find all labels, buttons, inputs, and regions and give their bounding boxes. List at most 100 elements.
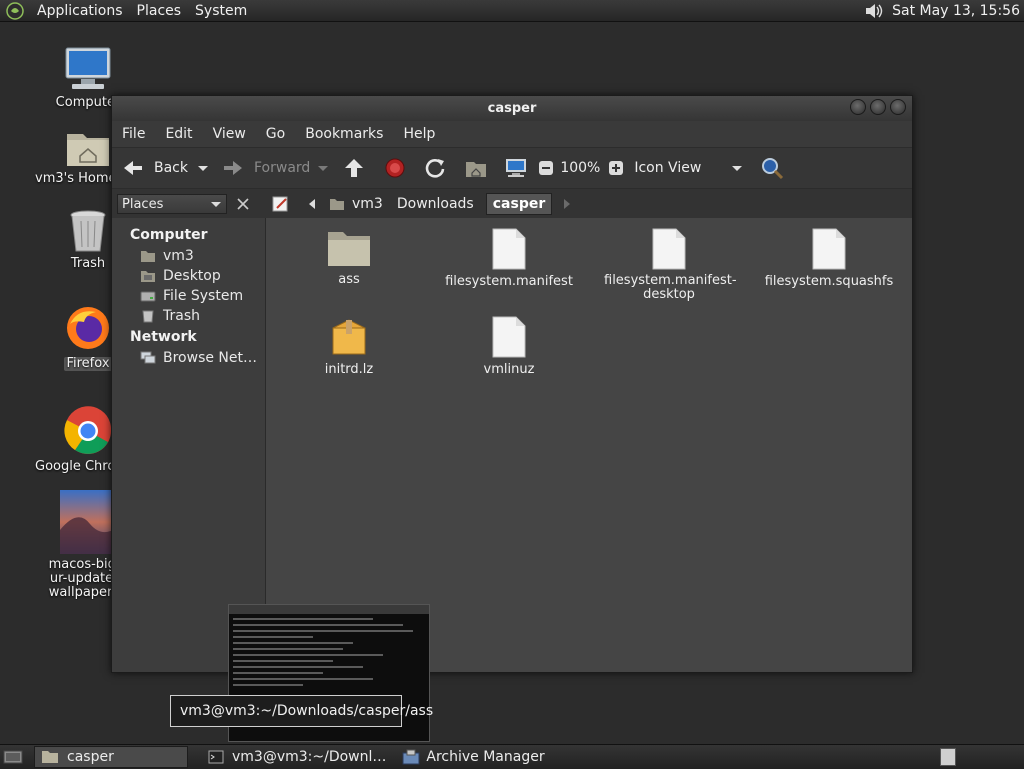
toolbar: Back Forward 100% Icon View <box>112 147 912 189</box>
file-item-ass[interactable]: ass <box>274 228 424 287</box>
up-arrow-icon[interactable] <box>342 157 366 179</box>
back-label: Back <box>154 160 188 176</box>
menubar: File Edit View Go Bookmarks Help <box>112 121 912 147</box>
back-button[interactable]: Back <box>122 158 188 178</box>
close-sidebar-icon[interactable] <box>233 194 253 214</box>
task-label: Archive Manager <box>426 749 545 765</box>
folder-icon <box>42 751 58 763</box>
places-menu[interactable]: Places <box>130 3 189 19</box>
sidebar-item-label: Desktop <box>163 268 221 284</box>
sidebar-item-browse-network[interactable]: Browse Net… <box>112 348 265 368</box>
file-name: ass <box>338 272 360 287</box>
document-icon <box>492 228 526 270</box>
computer-icon[interactable] <box>504 157 528 179</box>
file-item-filesystem-manifest[interactable]: filesystem.manifest <box>434 228 584 289</box>
terminal-icon <box>208 750 224 764</box>
system-menu[interactable]: System <box>188 3 254 19</box>
task-terminal[interactable]: vm3@vm3:~/Downl… <box>202 747 392 767</box>
close-button[interactable] <box>890 99 906 115</box>
window-titlebar[interactable]: casper <box>112 96 912 121</box>
menu-file[interactable]: File <box>112 126 155 142</box>
sidebar-item-file-system[interactable]: File System <box>112 286 265 306</box>
desktop-icon-label: vm3's Home <box>35 172 115 186</box>
file-name: vmlinuz <box>483 362 535 377</box>
desktop-icon-label: Google Chrome <box>35 460 115 474</box>
zoom-in-icon[interactable] <box>608 160 624 176</box>
view-mode-select[interactable]: Icon View <box>634 160 744 176</box>
window-preview-tooltip: vm3@vm3:~/Downloads/casper/ass <box>170 695 433 727</box>
sidebar-item-label: File System <box>163 288 244 304</box>
top-panel: Applications Places System Sat May 13, 1… <box>0 0 1024 22</box>
zoom-out-icon[interactable] <box>538 160 554 176</box>
minimize-button[interactable] <box>850 99 866 115</box>
forward-history-dropdown-icon[interactable] <box>314 158 332 178</box>
firefox-icon <box>67 307 109 349</box>
crumb-scroll-left-icon[interactable] <box>303 194 321 214</box>
document-icon <box>812 228 846 270</box>
menu-go[interactable]: Go <box>256 126 295 142</box>
zoom-level: 100% <box>560 160 601 176</box>
forward-button[interactable]: Forward <box>222 158 310 178</box>
menu-bookmarks[interactable]: Bookmarks <box>295 126 393 142</box>
menu-edit[interactable]: Edit <box>155 126 202 142</box>
file-name: filesystem.squashfs <box>764 274 894 289</box>
show-desktop-icon[interactable] <box>2 747 24 767</box>
edit-location-icon[interactable] <box>271 194 291 214</box>
menu-view[interactable]: View <box>203 126 256 142</box>
maximize-button[interactable] <box>870 99 886 115</box>
document-icon <box>652 228 686 270</box>
back-arrow-icon <box>124 161 142 175</box>
search-icon[interactable] <box>760 156 784 180</box>
workspace-switcher[interactable] <box>940 748 956 766</box>
sidebar-item-label: vm3 <box>163 248 194 264</box>
home-icon[interactable] <box>464 157 488 179</box>
file-name: filesystem.manifest <box>445 274 573 289</box>
sidebar-item-desktop[interactable]: Desktop <box>112 266 265 286</box>
volume-icon[interactable] <box>864 2 884 20</box>
task-archive-manager[interactable]: Archive Manager <box>396 747 550 767</box>
crumb-scroll-right-icon[interactable] <box>558 194 576 214</box>
home-folder-icon <box>67 134 109 166</box>
archive-icon <box>332 319 366 355</box>
crumb-downloads[interactable]: Downloads <box>397 196 474 212</box>
sidebar-item-label: Trash <box>163 308 200 324</box>
bottom-panel: casper vm3@vm3:~/Downl… Archive Manager <box>0 744 1024 769</box>
document-icon <box>492 316 526 358</box>
applications-menu[interactable]: Applications <box>30 3 130 19</box>
back-history-dropdown-icon[interactable] <box>194 158 212 178</box>
desktop-folder-icon <box>141 271 155 282</box>
clock[interactable]: Sat May 13, 15:56 <box>884 3 1024 19</box>
sidebar-pane-select[interactable]: Places <box>117 194 227 214</box>
task-casper[interactable]: casper <box>34 746 188 768</box>
home-folder-icon <box>330 199 344 210</box>
sidebar-heading-network: Network <box>130 329 197 345</box>
reload-icon[interactable] <box>424 157 446 179</box>
archive-manager-icon <box>402 749 420 765</box>
menu-help[interactable]: Help <box>393 126 445 142</box>
distro-logo-icon[interactable] <box>6 1 24 20</box>
sidebar-heading-computer: Computer <box>130 227 208 243</box>
file-item-initrd-lz[interactable]: initrd.lz <box>274 316 424 377</box>
sidebar-pane-label: Places <box>122 196 164 212</box>
trash-icon <box>142 310 154 323</box>
file-item-filesystem-manifest-desktop[interactable]: filesystem.manifest-desktop <box>594 228 744 302</box>
file-manager-window: casper File Edit View Go Bookmarks Help … <box>111 95 913 673</box>
drive-icon <box>140 291 156 302</box>
file-name: filesystem.manifest-desktop <box>604 273 737 302</box>
trash-icon <box>70 210 106 252</box>
crumb-casper[interactable]: casper <box>485 193 553 215</box>
task-label: vm3@vm3:~/Downl… <box>232 749 387 765</box>
sidebar-item-vm3[interactable]: vm3 <box>112 246 265 266</box>
sidebar-item-trash[interactable]: Trash <box>112 306 265 326</box>
file-item-filesystem-squashfs[interactable]: filesystem.squashfs <box>754 228 904 289</box>
file-name: initrd.lz <box>324 362 374 377</box>
folder-icon <box>328 232 370 266</box>
stop-icon[interactable] <box>384 157 406 179</box>
home-folder-icon <box>141 251 155 262</box>
forward-arrow-icon <box>224 161 242 175</box>
crumb-vm3[interactable]: vm3 <box>329 196 383 212</box>
computer-icon <box>65 47 111 89</box>
task-label: casper <box>67 749 114 765</box>
location-bar: Places vm3 Downloads casper <box>112 189 912 219</box>
file-item-vmlinuz[interactable]: vmlinuz <box>434 316 584 377</box>
